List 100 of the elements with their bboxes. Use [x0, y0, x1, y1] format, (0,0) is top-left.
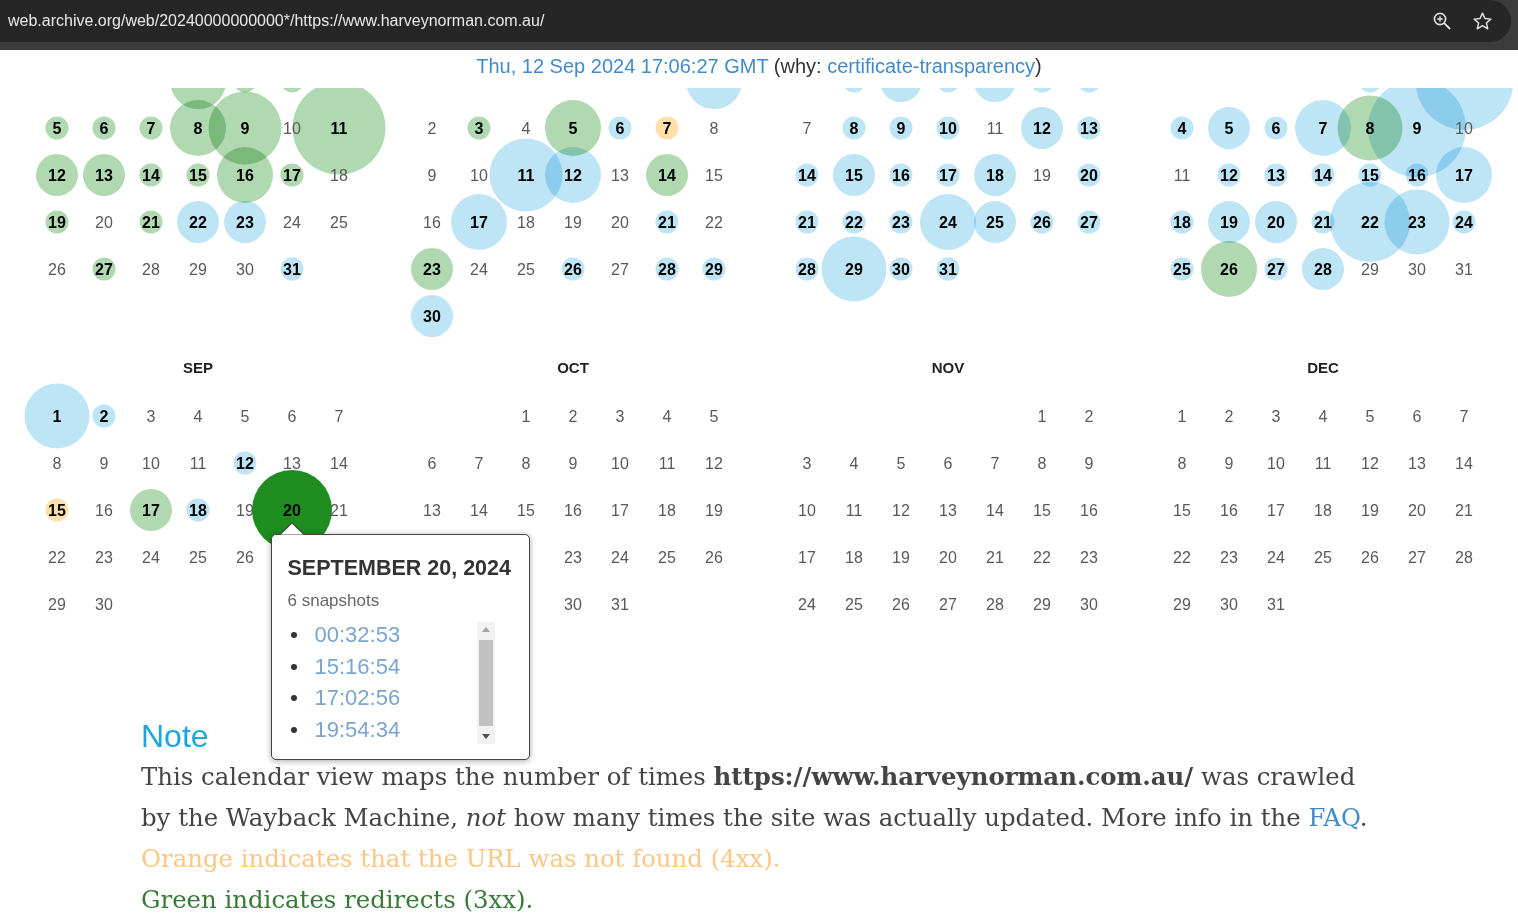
day-link[interactable]: 17 [939, 165, 957, 185]
day-link[interactable]: 26 [1033, 212, 1051, 232]
star-icon[interactable] [1473, 12, 1492, 30]
zoom-in-icon[interactable] [1433, 12, 1451, 30]
day-link[interactable]: 19 [48, 212, 66, 232]
day-link[interactable]: 24 [939, 212, 957, 232]
day-number: 26 [1361, 547, 1379, 567]
day-link[interactable]: 14 [798, 165, 816, 185]
day-link[interactable]: 19 [1220, 212, 1238, 232]
day-link[interactable]: 15 [48, 500, 66, 520]
day-link[interactable]: 26 [564, 259, 582, 279]
day-link[interactable]: 4 [1177, 118, 1187, 138]
day-link[interactable]: 10 [939, 118, 957, 138]
day-link[interactable]: 24 [1455, 212, 1473, 232]
day-link[interactable]: 17 [142, 500, 160, 520]
day-link[interactable]: 17 [1455, 165, 1473, 185]
day-link[interactable]: 22 [845, 212, 863, 232]
day-link[interactable]: 20 [1080, 165, 1098, 185]
day-link[interactable]: 6 [1271, 118, 1281, 138]
day-number: 6 [287, 406, 297, 426]
day-link[interactable]: 23 [423, 259, 441, 279]
scrollbar-thumb[interactable] [478, 639, 493, 726]
day-link[interactable]: 29 [845, 259, 863, 279]
day-number: 9 [568, 453, 578, 473]
day-link[interactable]: 28 [658, 259, 676, 279]
day-link[interactable]: 21 [798, 212, 816, 232]
day-link[interactable]: 16 [892, 165, 910, 185]
day-link[interactable]: 27 [1267, 259, 1285, 279]
day-link[interactable]: 9 [1412, 118, 1422, 138]
day-link[interactable]: 25 [986, 212, 1004, 232]
day-link[interactable]: 27 [1080, 212, 1098, 232]
day-link[interactable]: 21 [1314, 212, 1332, 232]
day-link[interactable]: 30 [423, 306, 441, 326]
faq-link[interactable]: FAQ [1308, 802, 1360, 832]
day-number: 16 [1080, 500, 1098, 520]
day-link[interactable]: 17 [283, 165, 301, 185]
day-link[interactable]: 31 [283, 259, 301, 279]
day-link[interactable]: 22 [1361, 212, 1379, 232]
month-label: OCT [557, 358, 589, 378]
day-link[interactable]: 23 [1408, 212, 1426, 232]
day-number: 5 [709, 406, 719, 426]
day-link[interactable]: 7 [662, 118, 672, 138]
day-link[interactable]: 23 [236, 212, 254, 232]
day-link[interactable]: 28 [798, 259, 816, 279]
day-link[interactable]: 8 [849, 118, 859, 138]
day-link[interactable]: 26 [1220, 259, 1238, 279]
day-link[interactable]: 14 [1314, 165, 1332, 185]
day-link[interactable]: 12 [1033, 118, 1051, 138]
day-link[interactable]: 16 [1408, 165, 1426, 185]
scroll-down-icon[interactable] [481, 733, 490, 739]
day-link[interactable]: 18 [1173, 212, 1191, 232]
day-link[interactable]: 30 [892, 259, 910, 279]
day-link[interactable]: 13 [1080, 118, 1098, 138]
day-link[interactable]: 5 [1224, 118, 1234, 138]
day-link[interactable]: 12 [1220, 165, 1238, 185]
day-link[interactable]: 22 [189, 212, 207, 232]
day-link[interactable]: 8 [1365, 118, 1375, 138]
day-link[interactable]: 18 [189, 500, 207, 520]
day-link[interactable]: 15 [1361, 165, 1379, 185]
day-link[interactable]: 14 [658, 165, 676, 185]
scrollbar[interactable] [476, 621, 495, 744]
day-link[interactable]: 23 [892, 212, 910, 232]
day-link[interactable]: 5 [568, 118, 578, 138]
day-number: 30 [236, 259, 254, 279]
day-link[interactable]: 28 [1314, 259, 1332, 279]
day-link[interactable]: 12 [564, 165, 582, 185]
day-link[interactable]: 21 [142, 212, 160, 232]
day-link[interactable]: 9 [896, 118, 906, 138]
day-link[interactable]: 5 [52, 118, 62, 138]
day-link[interactable]: 18 [986, 165, 1004, 185]
day-link[interactable]: 12 [236, 453, 254, 473]
day-link[interactable]: 13 [1267, 165, 1285, 185]
day-link[interactable]: 6 [615, 118, 625, 138]
day-link[interactable]: 13 [95, 165, 113, 185]
day-link[interactable]: 3 [474, 118, 484, 138]
day-link[interactable]: 11 [330, 118, 348, 138]
day-link[interactable]: 25 [1173, 259, 1191, 279]
day-link[interactable]: 21 [658, 212, 676, 232]
reason-link[interactable]: certificate-transparency [827, 55, 1036, 77]
day-link[interactable]: 12 [48, 165, 66, 185]
day-link[interactable]: 29 [705, 259, 723, 279]
day-link[interactable]: 20 [283, 500, 301, 520]
address-bar[interactable]: web.archive.org/web/20240000000000*/https://www.harveynorman.com.au/ [0, 0, 1511, 42]
day-link[interactable]: 15 [189, 165, 207, 185]
day-link[interactable]: 16 [236, 165, 254, 185]
day-link[interactable]: 15 [845, 165, 863, 185]
day-link[interactable]: 2 [99, 406, 109, 426]
day-link[interactable]: 27 [95, 259, 113, 279]
day-link[interactable]: 31 [939, 259, 957, 279]
day-link[interactable]: 7 [146, 118, 156, 138]
day-link[interactable]: 1 [52, 406, 62, 426]
day-link[interactable]: 9 [240, 118, 250, 138]
day-link[interactable]: 6 [99, 118, 109, 138]
day-link[interactable]: 14 [142, 165, 160, 185]
day-link[interactable]: 8 [193, 118, 203, 138]
day-link[interactable]: 7 [1318, 118, 1328, 138]
day-link[interactable]: 20 [1267, 212, 1285, 232]
day-link[interactable]: 17 [470, 212, 488, 232]
timestamp-link[interactable]: Thu, 12 Sep 2024 17:06:27 GMT [476, 55, 769, 77]
day-link[interactable]: 11 [517, 165, 535, 185]
